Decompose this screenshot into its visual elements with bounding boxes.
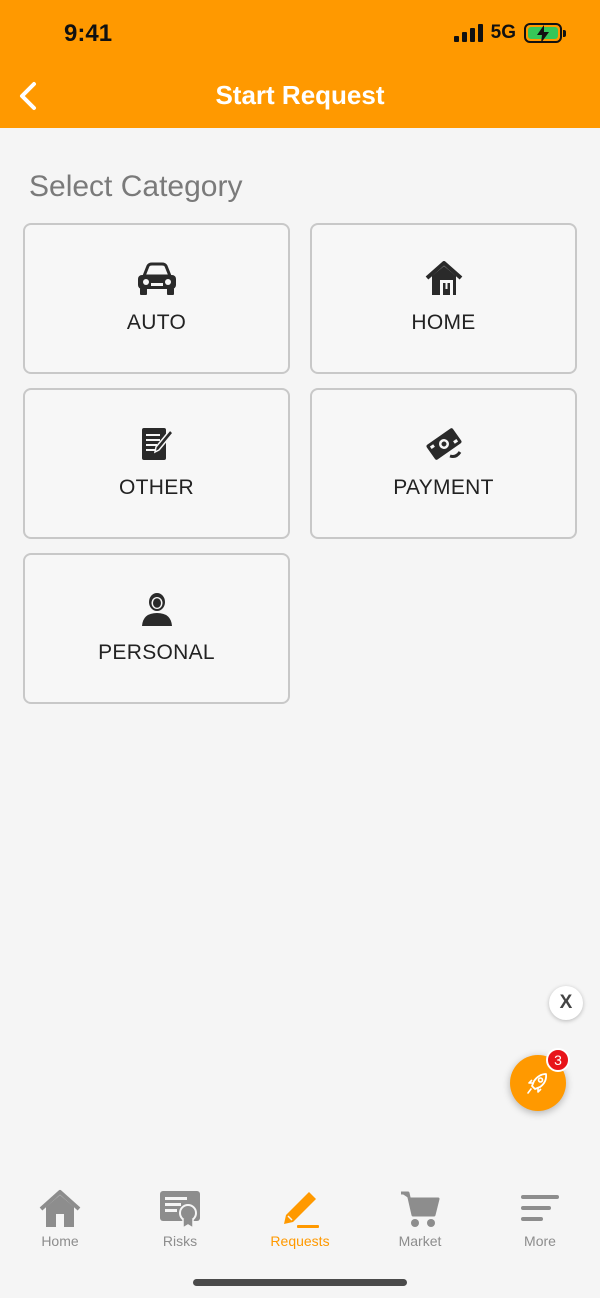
tab-home[interactable]: Home	[0, 1188, 120, 1258]
rocket-icon	[527, 1073, 548, 1094]
page-title: Start Request	[215, 80, 385, 110]
signal-icon	[453, 24, 483, 42]
menu-icon	[518, 1188, 562, 1230]
tab-label: Risks	[162, 1233, 198, 1249]
tab-more[interactable]: More	[480, 1188, 600, 1258]
app-header: 9:41 5G Start Request	[0, 0, 600, 128]
battery-icon	[524, 23, 566, 43]
tab-requests[interactable]: Requests	[240, 1188, 360, 1258]
network-type: 5G	[490, 22, 516, 43]
category-card-payment[interactable]: PAYMENT	[310, 388, 577, 539]
person-icon	[135, 589, 179, 629]
tab-label: Market	[398, 1233, 442, 1249]
home-indicator	[193, 1279, 407, 1286]
category-card-personal[interactable]: PERSONAL	[23, 553, 290, 704]
status-time: 9:41	[64, 20, 113, 47]
tab-market[interactable]: Market	[360, 1188, 480, 1258]
category-label: AUTO	[126, 311, 187, 334]
house-icon	[422, 259, 466, 299]
category-card-auto[interactable]: AUTO	[23, 223, 290, 374]
status-indicators: 5G	[453, 22, 566, 44]
cart-icon	[398, 1188, 442, 1230]
pencil-icon	[278, 1188, 322, 1230]
house-icon	[38, 1188, 82, 1230]
close-fab-button[interactable]: X	[549, 986, 583, 1020]
category-card-other[interactable]: OTHER	[23, 388, 290, 539]
category-label: PERSONAL	[98, 641, 215, 664]
certificate-icon	[158, 1188, 202, 1230]
category-label: OTHER	[119, 476, 194, 499]
notification-badge: 3	[546, 1048, 570, 1072]
tab-label: Requests	[270, 1233, 330, 1249]
car-icon	[135, 259, 179, 299]
money-icon	[422, 424, 466, 464]
tab-risks[interactable]: Risks	[120, 1188, 240, 1258]
category-card-home[interactable]: HOME	[310, 223, 577, 374]
document-edit-icon	[135, 424, 179, 464]
category-label: PAYMENT	[393, 476, 494, 499]
category-label: HOME	[411, 311, 476, 334]
tab-label: More	[524, 1233, 556, 1249]
tab-label: Home	[41, 1233, 79, 1249]
section-title: Select Category	[29, 170, 243, 203]
